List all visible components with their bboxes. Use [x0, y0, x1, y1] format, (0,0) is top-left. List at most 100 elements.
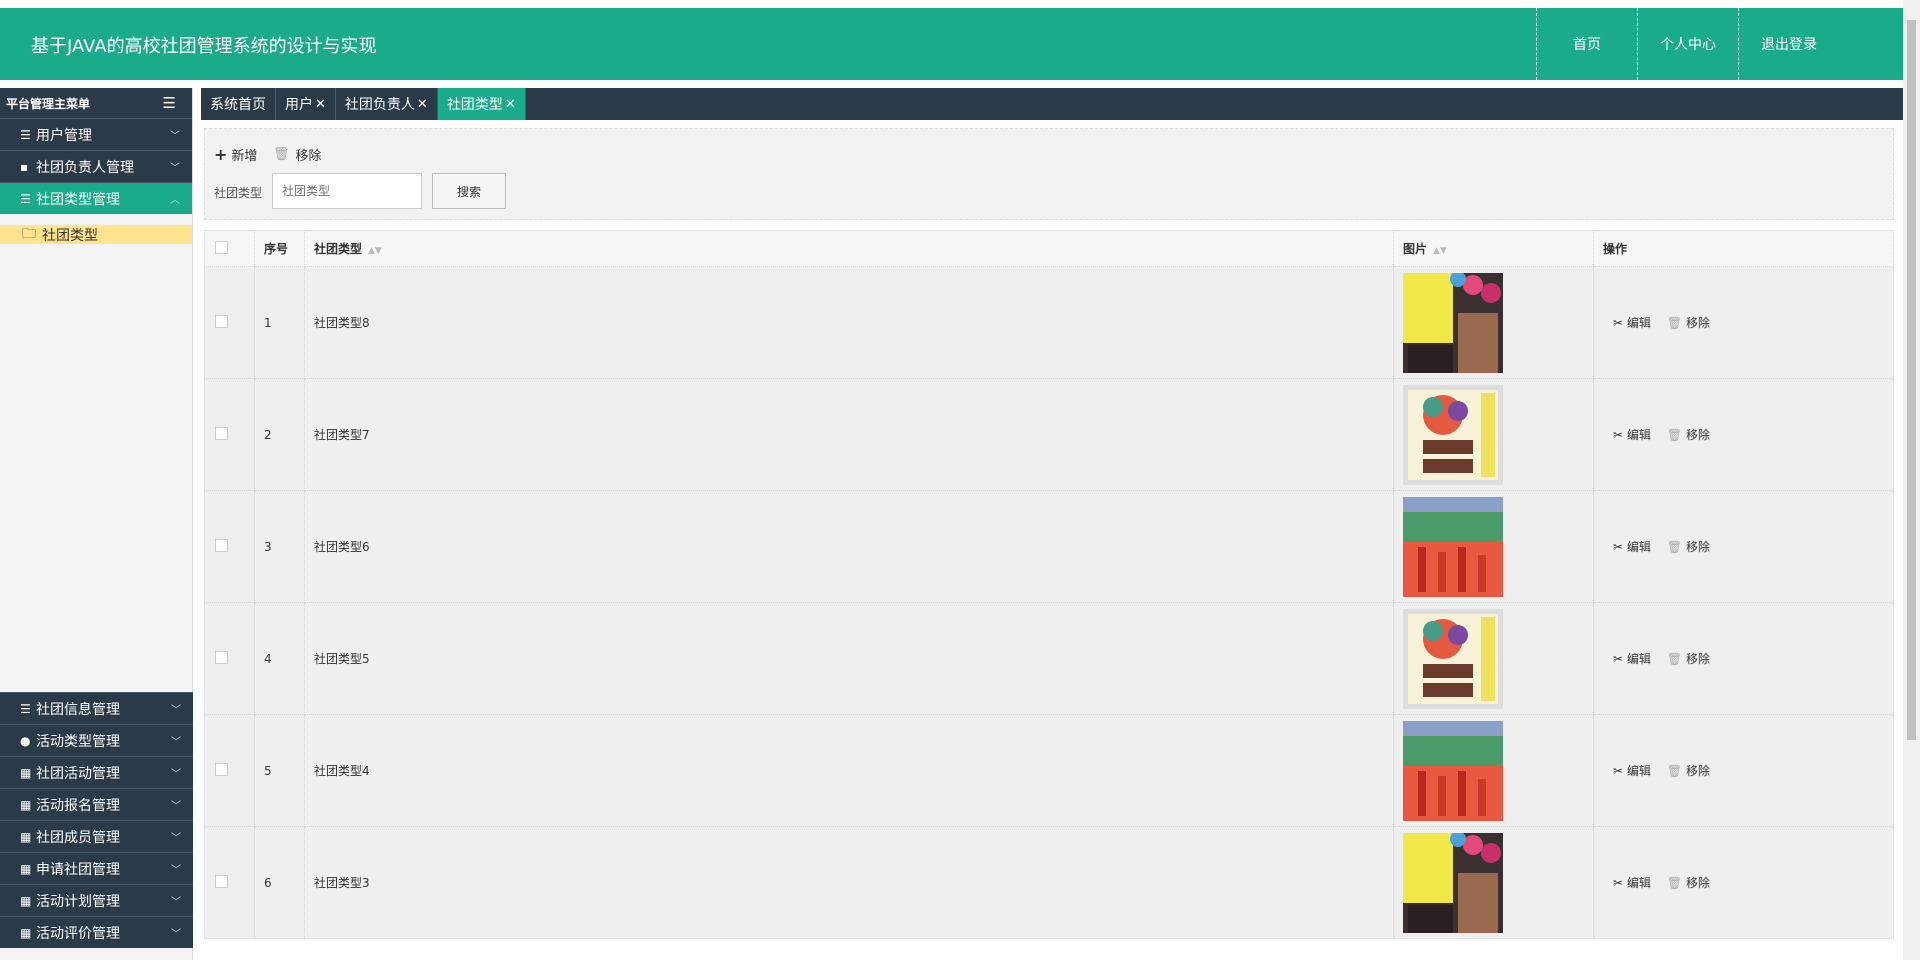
edit-label: 编辑: [1626, 652, 1651, 666]
row-checkbox[interactable]: [215, 314, 228, 328]
delete-button[interactable]: 🗑 移除: [1667, 426, 1710, 443]
sort-icon[interactable]: ▲▼: [368, 246, 382, 256]
header-image[interactable]: 图片 ▲▼: [1393, 230, 1594, 267]
nav-logout-link[interactable]: 退出登录: [1738, 8, 1839, 80]
search-input[interactable]: [272, 173, 422, 209]
sidebar-item-label: 活动评价管理: [36, 925, 120, 942]
row-checkbox[interactable]: [215, 874, 228, 888]
row-select-cell: [204, 714, 255, 827]
close-icon[interactable]: ✕: [315, 97, 326, 112]
sidebar-item-label: 活动计划管理: [36, 893, 120, 910]
delete-label: 移除: [1685, 652, 1710, 666]
header-nav: 首页 个人中心 退出登录: [1536, 8, 1903, 80]
row-ops-cell: ✂ 编辑 🗑 移除: [1593, 378, 1894, 491]
plus-icon: +: [214, 145, 228, 164]
sidebar-item-club-member[interactable]: ▦ 社团成员管理 ﹀: [0, 820, 193, 852]
table-row: 5 社团类型4 ✂ 编辑 🗑 移除: [204, 714, 1894, 827]
row-checkbox[interactable]: [215, 762, 228, 776]
row-image-cell: [1393, 714, 1594, 827]
chevron-down-icon: ﹀: [170, 131, 180, 142]
sidebar-item-activity-type[interactable]: ● 活动类型管理 ﹀: [0, 724, 193, 756]
sidebar-item-label: 社团成员管理: [36, 829, 120, 846]
sidebar-item-leader[interactable]: ▪ 社团负责人管理 ﹀: [0, 150, 192, 182]
sidebar-item-club-info[interactable]: ☰ 社团信息管理 ﹀: [0, 692, 193, 724]
tab-label: 系统首页: [210, 97, 266, 113]
tab-user[interactable]: 用户 ✕: [276, 88, 336, 120]
sidebar-item-user[interactable]: ☰ 用户管理 ﹀: [0, 118, 192, 150]
tab-club-type[interactable]: 社团类型 ✕: [437, 88, 526, 120]
club-poster-image[interactable]: [1403, 608, 1593, 709]
row-select-cell: [204, 266, 255, 379]
edit-button[interactable]: ✂ 编辑: [1613, 762, 1651, 779]
search-button[interactable]: 搜索: [432, 173, 506, 209]
edit-button[interactable]: ✂ 编辑: [1613, 874, 1651, 891]
club-poster-image[interactable]: [1403, 720, 1593, 821]
nav-home-link[interactable]: 首页: [1536, 8, 1637, 80]
sidebar-item-club-activity[interactable]: ▦ 社团活动管理 ﹀: [0, 756, 193, 788]
sort-icon[interactable]: ▲▼: [1433, 246, 1447, 256]
club-type-table: 序号 社团类型 ▲▼ 图片 ▲▼ 操作 1 社团类型8 ✂ 编辑 🗑 移除 2 社团类型7 ✂ …: [204, 230, 1894, 939]
sliders-icon: ☰: [20, 127, 31, 142]
batch-delete-button[interactable]: 🗑 移除: [273, 145, 322, 164]
sidebar-item-activity-signup[interactable]: ▦ 活动报名管理 ﹀: [0, 788, 193, 820]
edit-button[interactable]: ✂ 编辑: [1613, 650, 1651, 667]
row-checkbox[interactable]: [215, 538, 228, 552]
table-row: 2 社团类型7 ✂ 编辑 🗑 移除: [204, 378, 1894, 491]
club-poster-image[interactable]: [1403, 496, 1593, 597]
delete-button[interactable]: 🗑 移除: [1667, 650, 1710, 667]
delete-button[interactable]: 🗑 移除: [1667, 314, 1710, 331]
grid-icon: ▦: [20, 765, 32, 780]
sidebar-item-label: 社团活动管理: [36, 765, 120, 782]
chevron-down-icon: ﹀: [171, 737, 181, 748]
delete-button[interactable]: 🗑 移除: [1667, 762, 1710, 779]
edit-button[interactable]: ✂ 编辑: [1613, 314, 1651, 331]
sidebar-item-label: 活动类型管理: [36, 733, 120, 750]
edit-button[interactable]: ✂ 编辑: [1613, 426, 1651, 443]
sidebar-item-label: 申请社团管理: [36, 861, 120, 878]
sidebar: 平台管理主菜单 ☰ ☰ 用户管理 ﹀ ▪ 社团负责人管理 ﹀ ☰ 社团类型管理 …: [0, 88, 193, 960]
sidebar-item-activity-review[interactable]: ▦ 活动评价管理 ﹀: [0, 916, 193, 948]
toolbar: + 新增 🗑 移除 社团类型 搜索: [204, 128, 1894, 220]
tab-bar: 系统首页 用户 ✕ 社团负责人 ✕ 社团类型 ✕: [201, 88, 1903, 120]
close-icon[interactable]: ✕: [505, 97, 516, 112]
delete-label: 移除: [295, 149, 322, 164]
edit-button[interactable]: ✂ 编辑: [1613, 538, 1651, 555]
row-checkbox[interactable]: [215, 650, 228, 664]
sidebar-item-club-type[interactable]: ☰ 社团类型管理 ︿: [0, 182, 192, 214]
trash-icon: 🗑: [1666, 540, 1683, 554]
tab-home[interactable]: 系统首页: [201, 88, 276, 120]
page-scrollbar[interactable]: [1903, 0, 1920, 960]
delete-button[interactable]: 🗑 移除: [1667, 538, 1710, 555]
row-type: 社团类型5: [304, 602, 1394, 715]
delete-button[interactable]: 🗑 移除: [1667, 874, 1710, 891]
sidebar-item-label: 用户管理: [36, 127, 92, 144]
row-checkbox[interactable]: [215, 426, 228, 440]
sidebar-subitem-label: 社团类型: [42, 227, 98, 244]
select-all-checkbox[interactable]: [215, 240, 228, 254]
club-poster-image[interactable]: [1403, 272, 1593, 373]
scrollbar-thumb[interactable]: [1907, 20, 1916, 740]
chevron-down-icon: ﹀: [170, 163, 180, 174]
grid-icon: ▦: [20, 925, 32, 940]
row-ops-cell: ✂ 编辑 🗑 移除: [1593, 602, 1894, 715]
sidebar-subitem-club-type[interactable]: 🗀 社团类型: [0, 225, 192, 244]
close-icon[interactable]: ✕: [417, 97, 428, 112]
chevron-down-icon: ﹀: [171, 833, 181, 844]
header-type[interactable]: 社团类型 ▲▼: [304, 230, 1394, 267]
tab-leader[interactable]: 社团负责人 ✕: [336, 88, 438, 120]
row-type: 社团类型7: [304, 378, 1394, 491]
menu-toggle-icon[interactable]: ☰: [163, 94, 176, 112]
edit-label: 编辑: [1626, 540, 1651, 554]
sidebar-item-activity-plan[interactable]: ▦ 活动计划管理 ﹀: [0, 884, 193, 916]
row-type: 社团类型4: [304, 714, 1394, 827]
nav-profile-link[interactable]: 个人中心: [1637, 8, 1738, 80]
sidebar-item-club-apply[interactable]: ▦ 申请社团管理 ﹀: [0, 852, 193, 884]
club-poster-image[interactable]: [1403, 832, 1593, 933]
table-header-row: 序号 社团类型 ▲▼ 图片 ▲▼ 操作: [204, 230, 1894, 267]
chevron-down-icon: ﹀: [171, 705, 181, 716]
add-button[interactable]: + 新增: [214, 145, 257, 164]
club-poster-image[interactable]: [1403, 384, 1593, 485]
header-ops: 操作: [1593, 230, 1894, 267]
sidebar-item-label: 社团信息管理: [36, 701, 120, 718]
edit-label: 编辑: [1626, 876, 1651, 890]
